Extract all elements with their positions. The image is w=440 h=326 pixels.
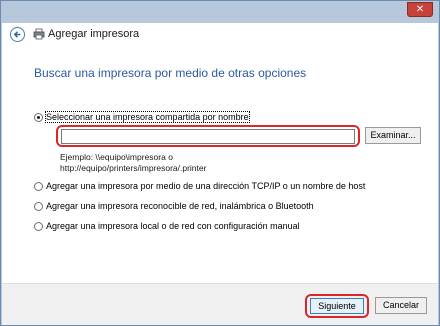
back-arrow-icon [13,31,21,38]
option-manual-label: Agregar una impresora local o de red con… [46,221,300,231]
example-text: Ejemplo: \\equipo\impresora o http://equ… [60,152,206,174]
close-icon: ✕ [415,4,425,15]
cancel-button[interactable]: Cancelar [375,297,427,314]
printer-icon [33,28,45,40]
input-highlight [56,125,360,147]
printer-name-input[interactable] [61,129,355,144]
wizard-footer: Siguiente Cancelar [2,283,438,325]
wizard-content: Buscar una impresora por medio de otras … [2,47,438,283]
example-line-2: http://equipo/printers/impresora/.printe… [60,163,207,173]
radio-tcpip[interactable] [34,181,43,191]
close-button[interactable]: ✕ [407,2,433,17]
browse-button[interactable]: Examinar... [365,127,421,144]
page-heading: Buscar una impresora por medio de otras … [34,66,307,80]
radio-shared-printer[interactable] [34,112,43,122]
option-shared-printer[interactable]: Seleccionar una impresora compartida por… [34,111,250,123]
next-button[interactable]: Siguiente [310,298,364,314]
radio-network[interactable] [34,201,43,211]
option-tcpip[interactable]: Agregar una impresora por medio de una d… [34,180,365,192]
window-title: Agregar impresora [48,28,140,40]
option-manual[interactable]: Agregar una impresora local o de red con… [34,220,300,232]
back-button[interactable] [10,27,25,42]
radio-manual[interactable] [34,221,43,231]
example-line-1: Ejemplo: \\equipo\impresora o [60,152,173,162]
option-network[interactable]: Agregar una impresora reconocible de red… [34,200,314,212]
next-highlight: Siguiente [305,294,369,318]
window-header: Agregar impresora [2,23,438,47]
option-network-label: Agregar una impresora reconocible de red… [46,201,314,211]
option-shared-printer-label: Seleccionar una impresora compartida por… [45,111,250,123]
option-tcpip-label: Agregar una impresora por medio de una d… [46,181,366,191]
add-printer-window: ✕ Agregar impresora Buscar una impresora… [0,0,440,326]
